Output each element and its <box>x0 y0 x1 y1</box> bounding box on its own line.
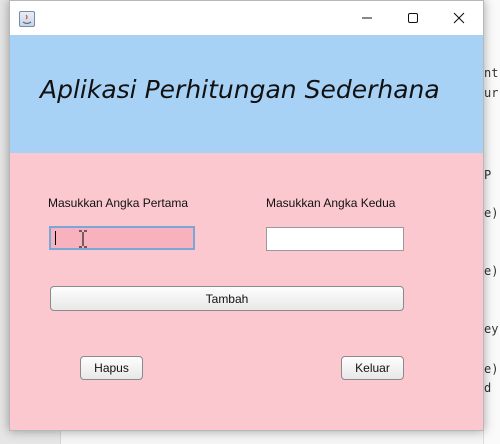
first-number-label: Masukkan Angka Pertama <box>48 196 189 210</box>
title-bar[interactable] <box>10 1 483 35</box>
ide-fragment: e) <box>484 206 498 220</box>
first-number-input[interactable] <box>49 226 195 250</box>
second-number-input[interactable] <box>266 227 404 251</box>
ibeam-cursor-icon <box>79 230 87 248</box>
clear-button[interactable]: Hapus <box>80 356 143 380</box>
close-icon <box>453 12 465 24</box>
ide-fragment: e) <box>484 264 498 278</box>
text-caret <box>55 231 56 245</box>
maximize-icon <box>407 12 419 24</box>
java-app-icon <box>19 11 35 27</box>
ide-right-column: nt ur P e) e) ey e) d ( <box>483 0 500 444</box>
header-panel: Aplikasi Perhitungan Sederhana <box>10 35 483 153</box>
ide-fragment: e) <box>484 362 498 376</box>
minimize-icon <box>361 12 373 24</box>
exit-button[interactable]: Keluar <box>341 356 404 380</box>
app-window: Aplikasi Perhitungan Sederhana Masukkan … <box>9 0 484 431</box>
add-button[interactable]: Tambah <box>50 286 404 311</box>
ide-fragment: d ( <box>484 381 498 395</box>
form-panel: Masukkan Angka Pertama Masukkan Angka Ke… <box>10 153 483 430</box>
app-title: Aplikasi Perhitungan Sederhana <box>40 75 440 104</box>
ide-fragment: P <box>484 168 492 182</box>
minimize-button[interactable] <box>344 1 390 35</box>
ide-fragment: ey <box>484 322 498 336</box>
ide-fragment: ur <box>484 86 498 100</box>
close-button[interactable] <box>436 1 482 35</box>
maximize-button[interactable] <box>390 1 436 35</box>
second-number-label: Masukkan Angka Kedua <box>266 196 396 210</box>
ide-fragment: nt <box>484 66 498 80</box>
